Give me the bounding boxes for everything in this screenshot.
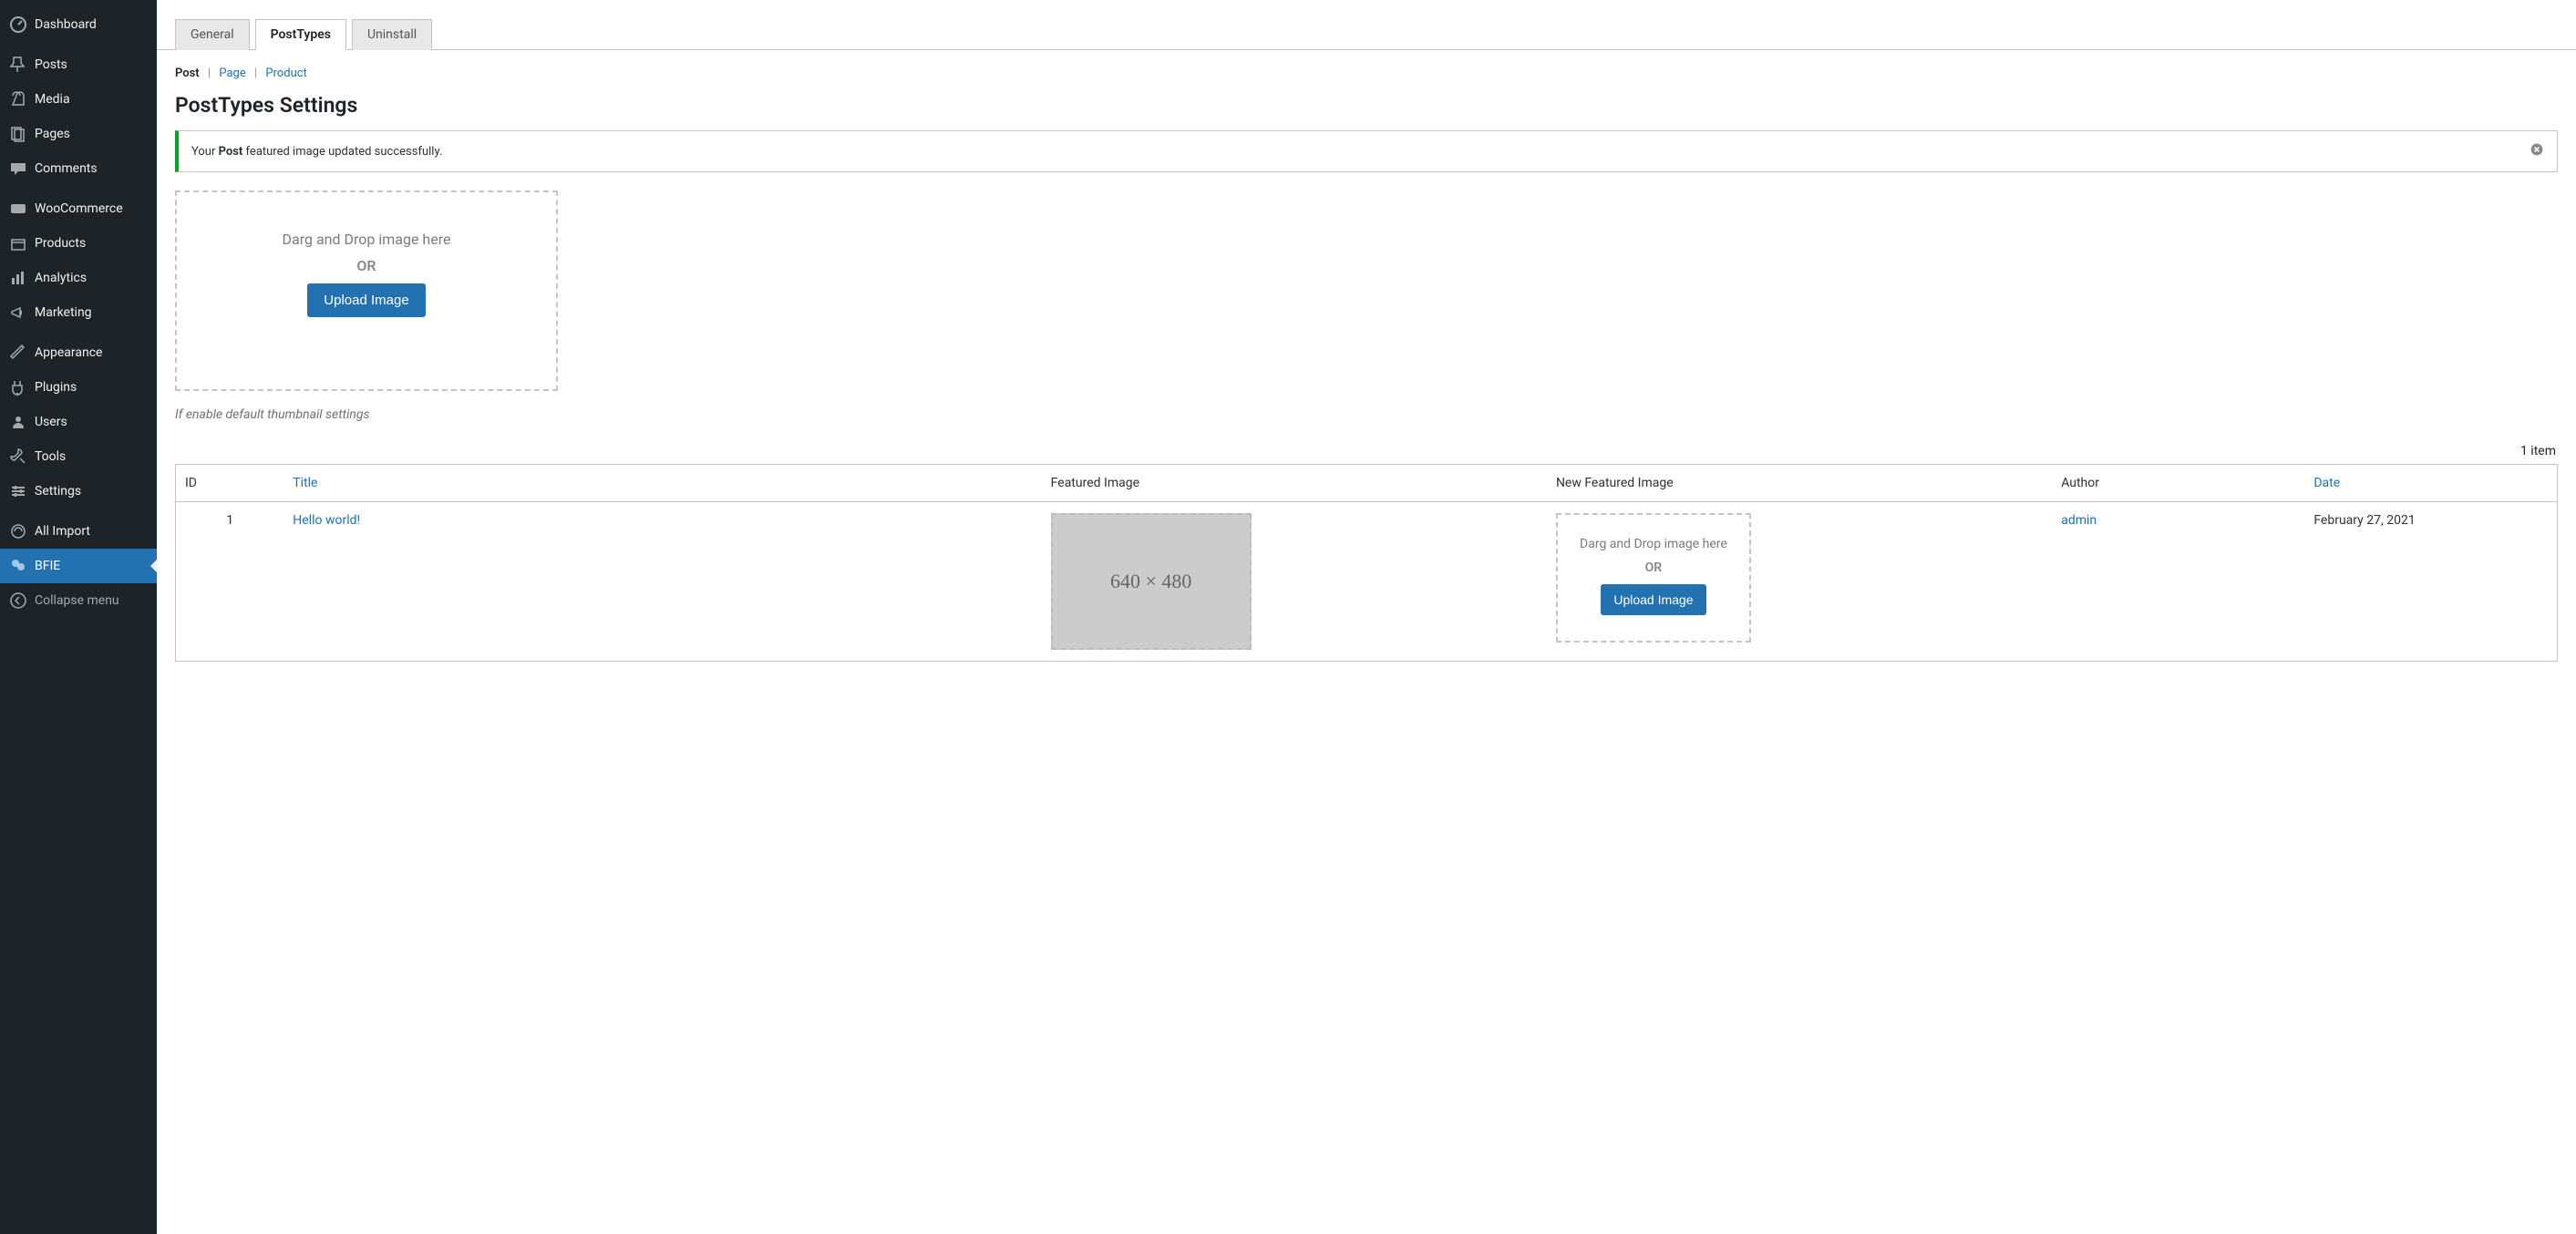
sidebar-item-plugins[interactable]: Plugins [0,370,157,405]
tab-label: Uninstall [367,27,417,42]
sidebar-item-label: Appearance [35,345,102,360]
cell-author: admin [2052,502,2304,662]
marketing-icon [9,303,27,322]
th-new-featured: New Featured Image [1547,465,2052,502]
sidebar-item-label: Tools [35,449,66,464]
sidebar-item-label: Posts [35,57,67,72]
success-notice: Your Post featured image updated success… [175,130,2558,172]
upload-image-button[interactable]: Upload Image [307,283,425,317]
sidebar-item-pages[interactable]: Pages [0,117,157,151]
cell-featured-image: 640 × 480 [1042,502,1547,662]
post-title-link[interactable]: Hello world! [293,513,360,528]
cell-id: 1 [176,502,284,662]
sidebar-item-label: Users [35,415,67,429]
tab-label: General [191,27,234,42]
sidebar-item-label: Media [35,92,70,107]
products-icon [9,234,27,252]
th-featured: Featured Image [1042,465,1547,502]
th-title[interactable]: Title [283,465,1041,502]
settings-icon [9,482,27,500]
tab-general[interactable]: General [175,19,250,50]
sidebar-collapse-label: Collapse menu [35,593,119,608]
sidebar-item-label: Comments [35,161,98,176]
tab-uninstall[interactable]: Uninstall [352,19,432,50]
sidebar-item-analytics[interactable]: Analytics [0,261,157,295]
sidebar-item-label: WooCommerce [35,201,123,216]
sidebar-item-dashboard[interactable]: Dashboard [0,7,157,42]
sidebar-item-label: Dashboard [35,17,97,32]
tab-label: PostTypes [271,27,331,42]
sidebar-item-allimport[interactable]: All Import [0,514,157,549]
sidebar-item-label: Settings [35,484,81,499]
author-link[interactable]: admin [2061,513,2097,528]
sidebar-collapse[interactable]: Collapse menu [0,583,157,618]
users-icon [9,413,27,431]
appearance-icon [9,344,27,362]
featured-thumb-placeholder: 640 × 480 [1051,513,1252,650]
settings-tabs: General PostTypes Uninstall [157,0,2576,50]
sidebar-item-appearance[interactable]: Appearance [0,335,157,370]
subnav-post[interactable]: Post [175,67,200,80]
dropzone-or-text: OR [356,257,376,274]
sidebar-item-marketing[interactable]: Marketing [0,295,157,330]
sidebar-item-media[interactable]: Media [0,82,157,117]
cell-title: Hello world! [283,502,1041,662]
cell-date: February 27, 2021 [2304,502,2557,662]
subnav-product[interactable]: Product [265,67,306,80]
sidebar-item-comments[interactable]: Comments [0,151,157,186]
bfie-icon [9,557,27,575]
sidebar-item-label: Products [35,236,86,251]
default-image-dropzone[interactable]: Darg and Drop image here OR Upload Image [175,190,558,391]
row-upload-image-button[interactable]: Upload Image [1601,584,1705,615]
row-dropzone-drag-text: Darg and Drop image here [1580,537,1727,551]
woocommerce-icon [9,200,27,218]
th-date[interactable]: Date [2304,465,2557,502]
row-dropzone-or-text: OR [1645,560,1663,575]
main-content: General PostTypes Uninstall Post | Page … [157,0,2576,1234]
sidebar-item-label: All Import [35,524,90,539]
media-icon [9,90,27,108]
dashboard-icon [9,15,27,34]
items-count: 1 item [175,444,2556,458]
allimport-icon [9,522,27,540]
sidebar-item-label: Plugins [35,380,77,395]
pin-icon [9,56,27,74]
th-author: Author [2052,465,2304,502]
plugins-icon [9,378,27,396]
collapse-icon [9,591,27,610]
sidebar-item-label: Marketing [35,305,92,320]
sidebar-item-settings[interactable]: Settings [0,474,157,509]
tools-icon [9,447,27,466]
sidebar-item-label: Analytics [35,271,87,285]
pages-icon [9,125,27,143]
tab-posttypes[interactable]: PostTypes [255,19,346,50]
posts-table: ID Title Featured Image New Featured Ima… [175,464,2558,662]
cell-new-featured: Darg and Drop image here OR Upload Image [1547,502,2052,662]
table-row: 1 Hello world! 640 × 480 Darg and Drop i… [176,502,2558,662]
th-id: ID [176,465,284,502]
sidebar-item-label: BFIE [35,559,60,573]
sidebar-item-posts[interactable]: Posts [0,47,157,82]
admin-sidebar: Dashboard Posts Media Pages Comments Woo… [0,0,157,1234]
sidebar-item-tools[interactable]: Tools [0,439,157,474]
analytics-icon [9,269,27,287]
sidebar-item-users[interactable]: Users [0,405,157,439]
comments-icon [9,159,27,178]
subnav-page[interactable]: Page [219,67,245,80]
dropzone-hint: If enable default thumbnail settings [175,407,2558,422]
row-dropzone[interactable]: Darg and Drop image here OR Upload Image [1556,513,1751,643]
dropzone-drag-text: Darg and Drop image here [283,231,451,248]
sidebar-item-bfie[interactable]: BFIE [0,549,157,583]
posttype-subnav: Post | Page | Product [175,67,2558,80]
notice-text: Your Post featured image updated success… [191,145,442,159]
notice-dismiss-icon[interactable] [2530,142,2544,160]
page-title: PostTypes Settings [175,93,2558,118]
sidebar-item-label: Pages [35,127,70,141]
sidebar-item-products[interactable]: Products [0,226,157,261]
sidebar-item-woocommerce[interactable]: WooCommerce [0,191,157,226]
